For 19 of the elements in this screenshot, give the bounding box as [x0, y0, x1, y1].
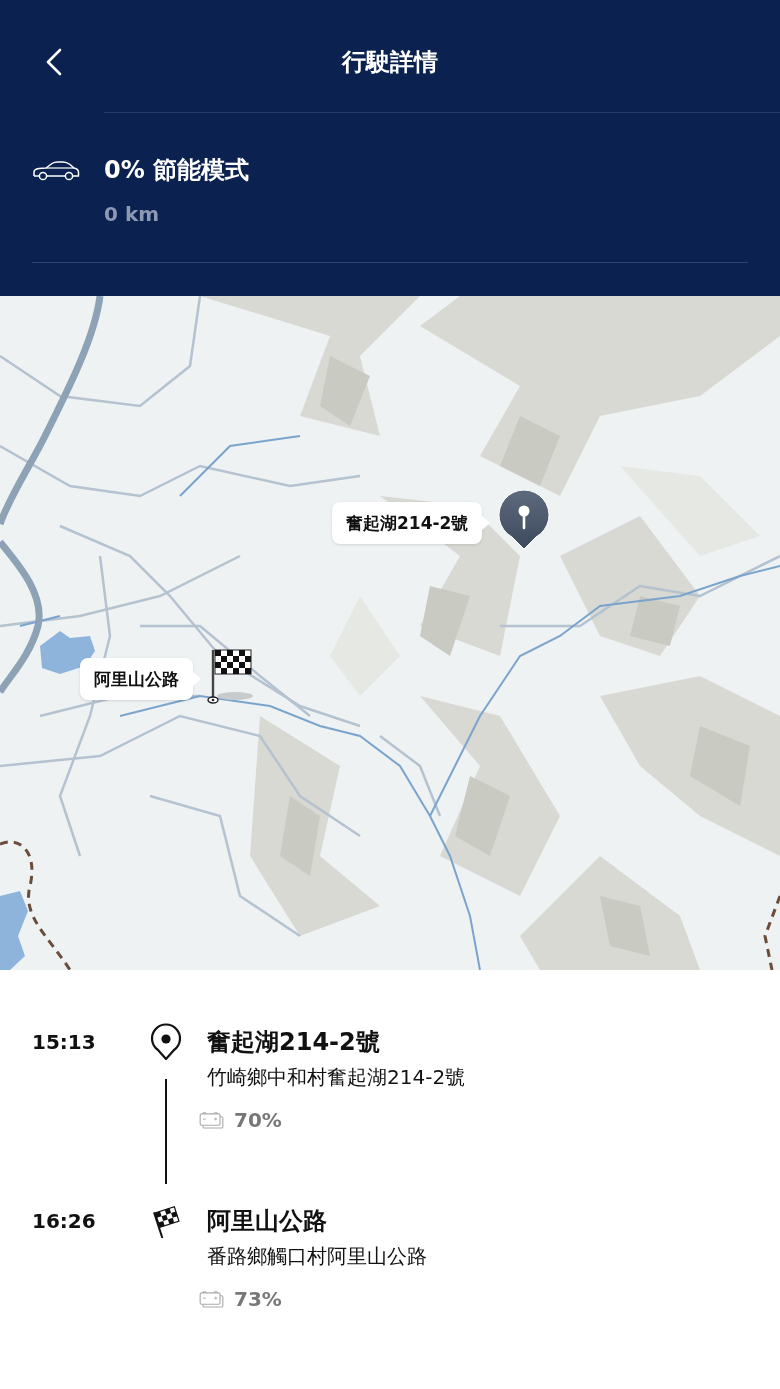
stop-name: 阿里山公路	[207, 1206, 327, 1237]
checkered-flag-icon[interactable]	[205, 646, 255, 704]
eco-mode-label: 0% 節能模式	[104, 155, 250, 186]
distance-value: 0 km	[104, 201, 160, 228]
stop-name: 奮起湖214-2號	[207, 1027, 380, 1058]
car-icon	[32, 160, 80, 182]
back-chevron-icon	[46, 48, 62, 76]
battery-icon	[199, 1290, 224, 1308]
location-pin-icon	[150, 1023, 182, 1061]
checkered-flag-icon	[150, 1204, 182, 1238]
arrival-time: 15:13	[32, 1029, 97, 1056]
battery-level: 73%	[234, 1286, 282, 1313]
map-pin-icon[interactable]	[498, 490, 551, 550]
battery-icon	[199, 1111, 224, 1129]
stop-address: 竹崎鄉中和村奮起湖214-2號	[207, 1064, 466, 1091]
arrival-time: 16:26	[32, 1208, 97, 1235]
battery-level: 70%	[234, 1107, 282, 1134]
stop-address: 番路鄉觸口村阿里山公路	[207, 1243, 427, 1270]
screen-title: 行駛詳情	[342, 47, 438, 78]
